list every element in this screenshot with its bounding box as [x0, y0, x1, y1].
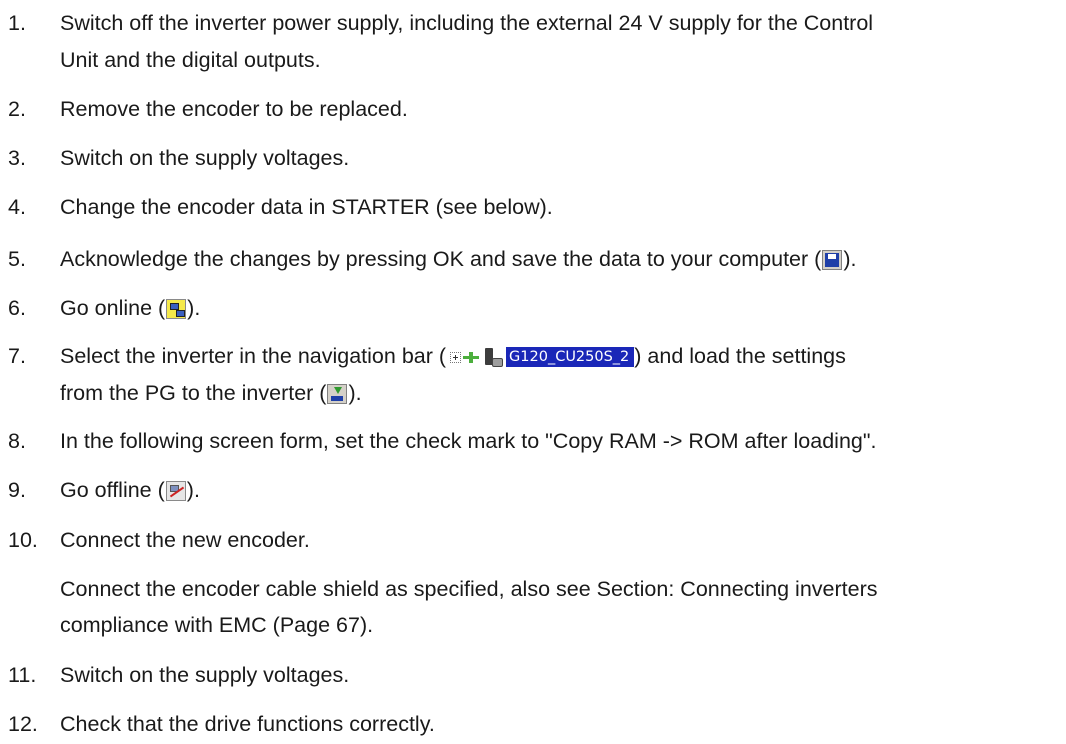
navigation-bar-inverter-item[interactable]: G120_CU250S_2	[506, 347, 635, 368]
network-connector-icon	[463, 351, 480, 364]
step-number: 9.	[8, 478, 26, 502]
load-to-target-icon[interactable]	[327, 384, 348, 405]
step-10-note-line-2: compliance with EMC (Page 67).	[60, 613, 374, 637]
step-number: 8.	[8, 429, 26, 453]
step-text: In the following screen form, set the ch…	[60, 429, 877, 453]
step-text: Change the encoder data in STARTER (see …	[60, 195, 553, 219]
step-number: 5.	[8, 247, 26, 271]
step-text: Go online ().	[60, 296, 201, 320]
step-text: Select the inverter in the navigation ba…	[60, 344, 846, 405]
step-text: Acknowledge the changes by pressing OK a…	[60, 247, 857, 271]
step-number: 1.	[8, 11, 26, 35]
step-number: 11.	[8, 663, 37, 687]
step-number: 10.	[8, 528, 38, 552]
step-number: 4.	[8, 195, 26, 219]
step-text: Check that the drive functions correctly…	[60, 712, 435, 736]
drive-device-icon	[484, 347, 504, 368]
step-text: Remove the encoder to be replaced.	[60, 97, 408, 121]
step-text: Switch on the supply voltages.	[60, 663, 350, 687]
step-number: 3.	[8, 146, 26, 170]
step-number: 6.	[8, 296, 26, 320]
floppy-disk-icon[interactable]	[822, 250, 843, 271]
step-text: Connect the new encoder.	[60, 528, 310, 552]
step-text: Switch on the supply voltages.	[60, 146, 350, 170]
step-number: 12.	[8, 712, 38, 736]
step-text: Go offline ().	[60, 478, 200, 502]
go-offline-icon[interactable]	[165, 481, 186, 502]
step-number: 2.	[8, 97, 26, 121]
go-online-icon[interactable]	[166, 299, 187, 320]
step-number: 7.	[8, 344, 26, 368]
tree-expand-icon[interactable]	[450, 351, 462, 363]
step-text: Switch off the inverter power supply, in…	[60, 11, 874, 72]
step-10-note-line-1: Connect the encoder cable shield as spec…	[60, 577, 878, 601]
